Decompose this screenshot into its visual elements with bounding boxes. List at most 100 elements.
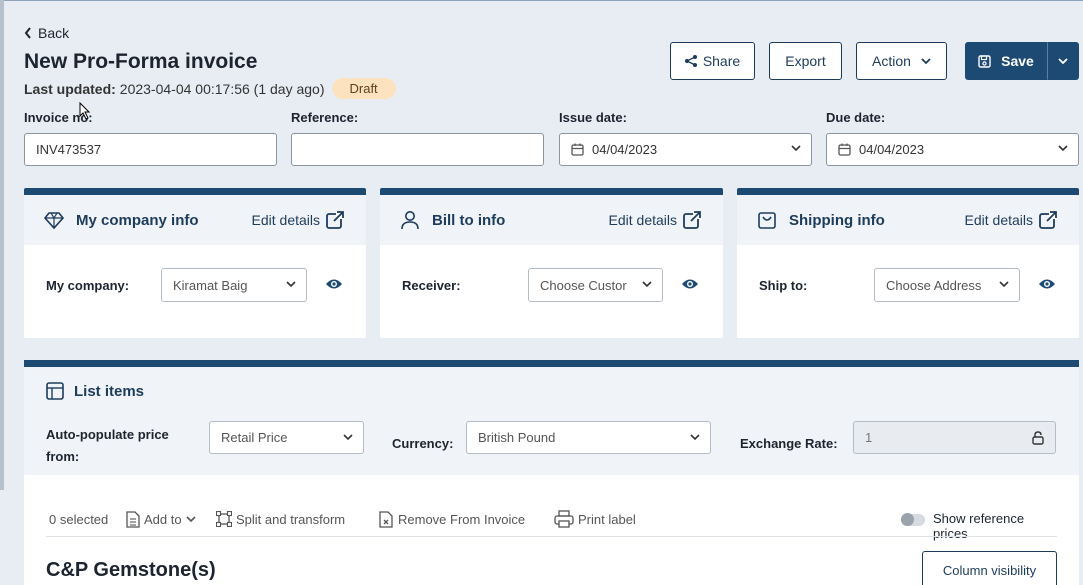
edit-details-label: Edit details (964, 212, 1033, 228)
add-to-button[interactable]: Add to (126, 508, 196, 530)
bill-card-header: Bill to info Edit details (380, 195, 723, 245)
list-items-title: List items (74, 383, 145, 400)
action-dropdown-button[interactable]: Action (856, 42, 947, 80)
ship-to-value: Choose Address (886, 277, 982, 293)
split-transform-button[interactable]: Split and transform (216, 508, 345, 530)
chevron-down-icon (343, 434, 353, 441)
issue-date-value: 04/04/2023 (592, 142, 658, 157)
ship-to-select[interactable]: Choose Address (874, 268, 1020, 302)
calendar-icon (838, 143, 851, 156)
auto-populate-value: Retail Price (221, 430, 288, 445)
shipping-edit-details-link[interactable]: Edit details (965, 211, 1057, 229)
shopping-bag-icon (758, 212, 776, 229)
company-info-card: My company info Edit details My company:… (24, 188, 366, 338)
last-updated-value: 2023-04-04 00:17:56 (1 day ago) (119, 80, 325, 97)
shipping-card-header: Shipping info Edit details (737, 195, 1079, 245)
list-items-header: List items Auto-populate price from: Ret… (24, 367, 1079, 475)
edit-details-label: Edit details (608, 212, 677, 228)
bill-edit-details-link[interactable]: Edit details (609, 211, 701, 229)
action-label: Action (872, 53, 911, 69)
export-label: Export (785, 53, 826, 69)
share-label: Share (702, 53, 741, 69)
auto-populate-select[interactable]: Retail Price (209, 421, 364, 454)
due-date-picker[interactable]: 04/04/2023 (826, 133, 1079, 166)
show-reference-prices-toggle[interactable] (901, 513, 925, 526)
diamond-icon (44, 212, 64, 230)
page-left-border (0, 0, 4, 490)
exchange-rate-value: 1 (865, 430, 873, 445)
chevron-left-icon (24, 27, 31, 39)
issue-date-label: Issue date: (559, 110, 627, 125)
eye-icon[interactable] (325, 277, 343, 291)
chevron-down-icon (1058, 145, 1068, 152)
document-remove-icon (379, 510, 393, 528)
invoice-no-input[interactable]: INV473537 (24, 133, 277, 166)
floppy-disk-icon (978, 54, 991, 68)
column-visibility-button[interactable]: Column visibility (922, 551, 1057, 585)
share-button[interactable]: Share (670, 42, 755, 80)
section-title: C&P Gemstone(s) (46, 559, 216, 581)
divider (46, 536, 1057, 537)
reference-label: Reference: (291, 110, 359, 125)
reference-input[interactable] (291, 133, 544, 166)
currency-select[interactable]: British Pound (466, 421, 711, 454)
document-icon (126, 510, 140, 528)
currency-value: British Pound (478, 430, 556, 445)
chevron-down-icon (690, 434, 700, 441)
export-button[interactable]: Export (769, 42, 842, 80)
bill-card-body: Receiver: Choose Custor (380, 245, 723, 338)
column-visibility-label: Column visibility (942, 562, 1037, 578)
chevron-down-icon (999, 281, 1009, 288)
page-top-border (0, 0, 1083, 1)
my-company-label: My company: (46, 278, 130, 293)
chevron-down-icon (642, 281, 652, 288)
company-edit-details-link[interactable]: Edit details (252, 211, 344, 229)
company-card-body: My company: Kiramat Baig (24, 245, 366, 338)
due-date-value: 04/04/2023 (859, 142, 925, 157)
chevron-down-icon (921, 57, 931, 64)
exchange-rate-input[interactable]: 1 (853, 421, 1056, 454)
save-button[interactable]: Save (965, 42, 1047, 80)
receiver-value: Choose Custor (540, 277, 627, 293)
table-icon (46, 382, 64, 400)
external-link-icon (326, 211, 344, 229)
print-label: Print label (578, 511, 636, 527)
back-link[interactable]: Back (24, 25, 69, 41)
remove-label: Remove From Invoice (398, 511, 526, 527)
shipping-card-body: Ship to: Choose Address (737, 245, 1079, 338)
shipping-card-title: Shipping info (789, 211, 885, 229)
last-updated-label: Last updated: (24, 80, 116, 97)
calendar-icon (571, 143, 584, 156)
bill-card-title: Bill to info (432, 211, 506, 229)
save-options-button[interactable] (1047, 42, 1079, 80)
list-items-panel: List items Auto-populate price from: Ret… (24, 360, 1079, 585)
chevron-down-icon (286, 281, 296, 288)
page-title: New Pro-Forma invoice (24, 50, 258, 73)
lock-open-icon[interactable] (1032, 431, 1044, 445)
invoice-no-value: INV473537 (36, 142, 102, 157)
currency-label: Currency: (392, 436, 454, 451)
external-link-icon (683, 211, 701, 229)
due-date-label: Due date: (826, 110, 886, 125)
receiver-label: Receiver: (402, 278, 461, 293)
auto-populate-label: Auto-populate price from: (46, 427, 169, 464)
my-company-value: Kiramat Baig (173, 277, 248, 293)
eye-icon[interactable] (1038, 277, 1056, 291)
list-toolbar: 0 selected Add to Split and transform Re… (46, 508, 1058, 541)
bill-to-card: Bill to info Edit details Receiver: Choo… (380, 188, 723, 338)
chevron-down-icon (186, 515, 196, 522)
receiver-select[interactable]: Choose Custor (528, 268, 663, 302)
eye-icon[interactable] (681, 277, 699, 291)
split-label: Split and transform (236, 511, 346, 527)
shipping-info-card: Shipping info Edit details Ship to: Choo… (737, 188, 1079, 338)
issue-date-picker[interactable]: 04/04/2023 (559, 133, 812, 166)
edit-details-label: Edit details (251, 212, 320, 228)
company-card-header: My company info Edit details (24, 195, 366, 245)
mouse-cursor-icon (79, 102, 91, 120)
print-label-button[interactable]: Print label (554, 508, 636, 530)
share-icon (684, 55, 697, 67)
my-company-select[interactable]: Kiramat Baig (161, 268, 307, 302)
chevron-down-icon (1058, 57, 1068, 64)
remove-from-invoice-button[interactable]: Remove From Invoice (379, 508, 525, 530)
printer-icon (554, 510, 574, 528)
